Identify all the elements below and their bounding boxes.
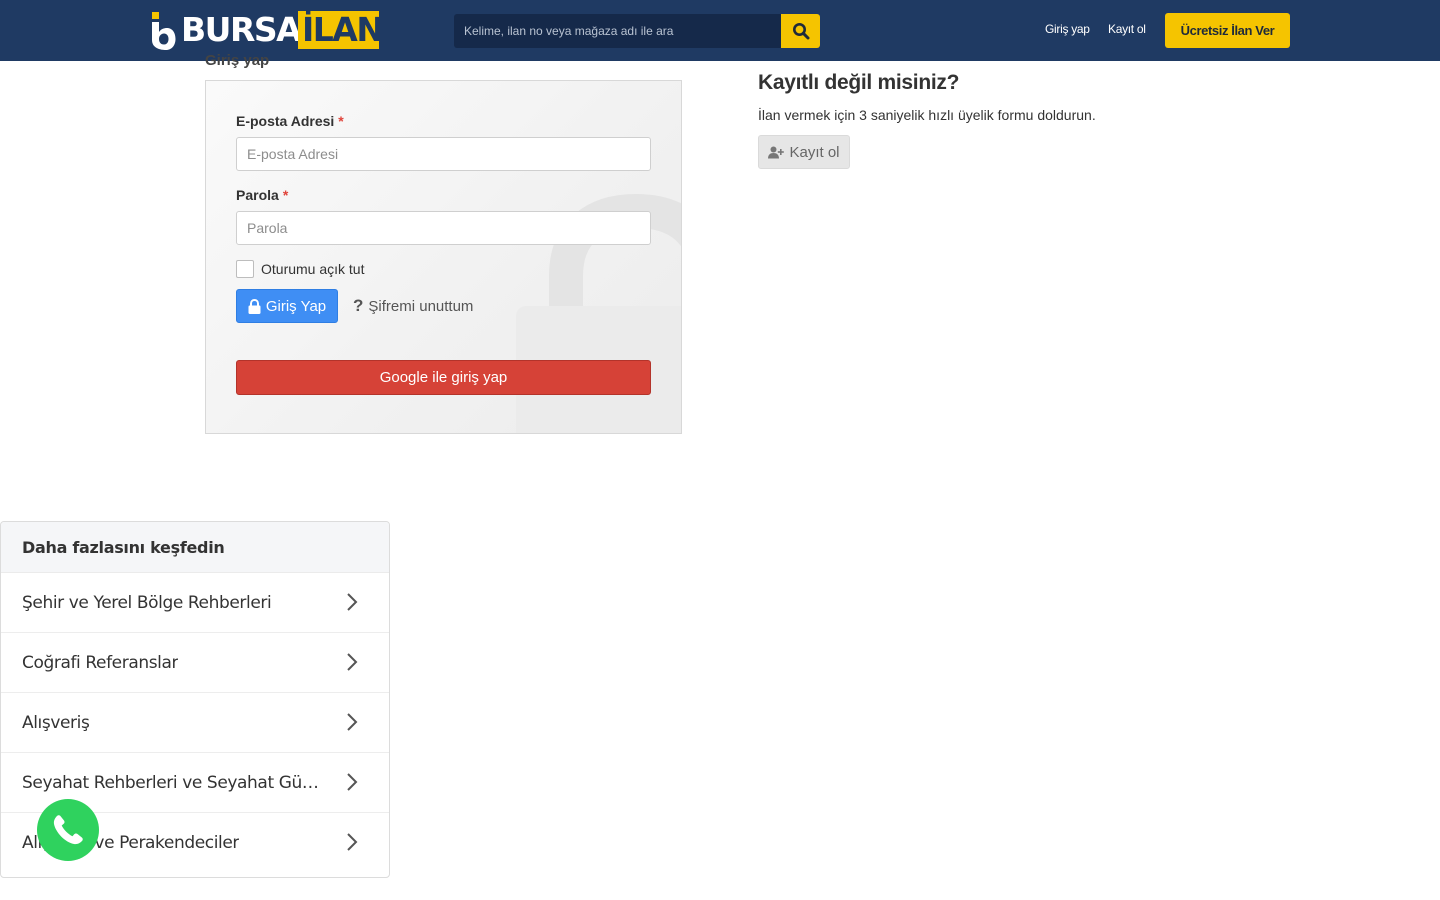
register-title: Kayıtlı değil misiniz?	[758, 71, 960, 94]
required-mark: *	[338, 113, 344, 129]
chevron-right-icon	[347, 773, 358, 791]
discover-item-label: Şehir ve Yerel Bölge Rehberleri	[22, 592, 272, 613]
remember-me[interactable]: Oturumu açık tut	[236, 260, 364, 278]
site-logo[interactable]: BURSA İLAN	[150, 10, 380, 52]
discover-item[interactable]: Coğrafi Referanslar	[1, 633, 389, 693]
password-label: Parola *	[236, 187, 288, 203]
whatsapp-icon	[53, 815, 83, 845]
register-description: İlan vermek için 3 saniyelik hızlı üyeli…	[758, 107, 1096, 123]
nav-login-link[interactable]: Giriş yap	[1045, 22, 1090, 36]
discover-item-label: Alışveriş	[22, 712, 90, 733]
forgot-password-label: Şifremi unuttum	[368, 297, 474, 315]
remember-me-label: Oturumu açık tut	[261, 261, 365, 277]
post-free-ad-button[interactable]: Ücretsiz İlan Ver	[1165, 13, 1290, 48]
discover-item[interactable]: Şehir ve Yerel Bölge Rehberleri	[1, 573, 389, 633]
search-button[interactable]	[781, 14, 820, 48]
register-button-label: Kayıt ol	[789, 143, 840, 161]
login-button[interactable]: Giriş Yap	[236, 289, 338, 323]
discover-item-label: Coğrafi Referanslar	[22, 652, 179, 673]
whatsapp-button[interactable]	[37, 799, 99, 861]
forgot-password-link[interactable]: ? Şifremi unuttum	[353, 296, 473, 316]
password-label-text: Parola	[236, 187, 279, 203]
add-user-icon	[768, 146, 785, 158]
password-field[interactable]	[236, 211, 651, 245]
discover-header: Daha fazlasını keşfedin	[1, 522, 389, 573]
register-button[interactable]: Kayıt ol	[758, 135, 850, 169]
nav-register-link[interactable]: Kayıt ol	[1108, 22, 1146, 36]
logo-text-bursa: BURSA	[181, 10, 302, 49]
login-button-label: Giriş Yap	[265, 297, 327, 315]
google-login-button[interactable]: Google ile giriş yap	[236, 360, 651, 395]
logo-text-ilan: İLAN	[298, 11, 379, 49]
question-icon: ?	[353, 296, 364, 315]
search-bar	[454, 14, 820, 48]
discover-item[interactable]: Alışveriş	[1, 693, 389, 753]
discover-title: Daha fazlasını keşfedin	[22, 537, 225, 557]
search-input[interactable]	[454, 14, 781, 48]
remember-me-checkbox[interactable]	[236, 260, 254, 278]
search-icon	[792, 23, 809, 40]
login-form: E-posta Adresi* Parola* Oturumu açık tut…	[205, 80, 682, 434]
required-mark: *	[282, 187, 289, 203]
chevron-right-icon	[347, 653, 358, 671]
lock-icon	[248, 298, 261, 314]
email-label-text: E-posta Adresi	[236, 113, 335, 129]
login-section-title: Giriş yap	[205, 52, 270, 69]
logo-mark-icon	[152, 12, 176, 50]
email-field[interactable]	[236, 137, 651, 171]
chevron-right-icon	[347, 593, 358, 611]
chevron-right-icon	[347, 713, 358, 731]
discover-item-label: Seyahat Rehberleri ve Seyahat Günl...	[22, 772, 322, 793]
email-label: E-posta Adresi *	[236, 113, 344, 129]
chevron-right-icon	[347, 833, 358, 851]
